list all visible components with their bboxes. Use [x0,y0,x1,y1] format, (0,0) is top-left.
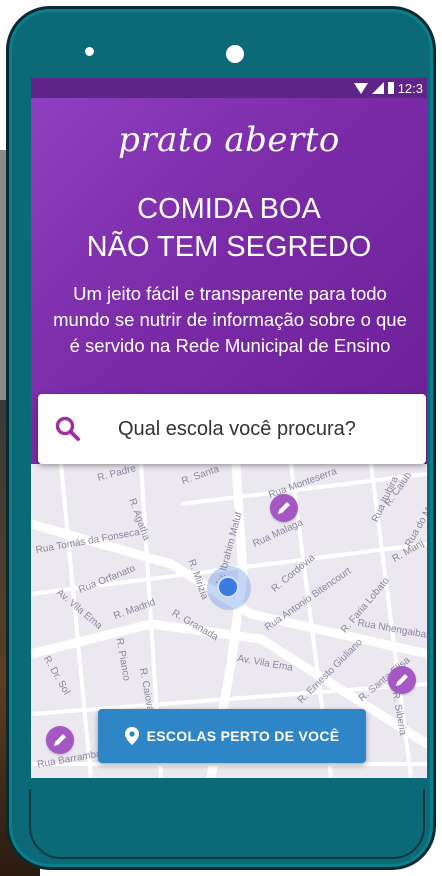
app-logo: prato aberto [118,120,340,160]
search-input[interactable]: Qual escola você procura? [118,418,356,441]
wifi-icon [353,82,368,94]
school-search-box[interactable]: Qual escola você procura? [38,394,426,464]
nearby-schools-button[interactable]: ESCOLAS PERTO DE VOCÊ [98,709,366,763]
status-icons: 12:3 [353,78,423,98]
headline-line-2: NÃO TEM SEGREDO [86,231,372,263]
subtitle-line-3: é servido na Rede Municipal de Ensino [69,335,391,356]
school-pin[interactable] [270,494,298,522]
subtitle: Um jeito fácil e transparente para todo … [33,281,427,359]
map-pin-icon [124,727,139,745]
pencil-icon [278,502,290,514]
app-screen: 12:3 prato aberto COMIDA BOA NÃO TEM SEG… [31,78,427,778]
subtitle-line-2: mundo se nutrir de informação sobre o qu… [53,309,407,330]
signal-icon [371,82,384,94]
camera-icon [226,45,244,63]
status-bar: 12:3 [31,78,427,98]
headline: COMIDA BOA NÃO TEM SEGREDO [31,190,427,266]
battery-icon [387,82,394,94]
headline-line-1: COMIDA BOA [137,193,321,225]
nearby-schools-label: ESCOLAS PERTO DE VOCÊ [146,728,340,744]
pencil-icon [396,674,408,686]
status-time: 12:3 [397,80,423,96]
school-pin[interactable] [46,726,74,754]
speaker-icon [85,47,94,56]
subtitle-line-1: Um jeito fácil e transparente para todo [73,283,387,304]
search-icon [55,416,80,441]
phone-bottom-bezel [29,789,425,859]
pencil-icon [54,734,66,746]
map[interactable]: R. Padre R. Santa Rua Monteserra R. Caiu… [31,464,427,778]
school-pin[interactable] [388,666,416,694]
current-location-icon [217,576,239,598]
